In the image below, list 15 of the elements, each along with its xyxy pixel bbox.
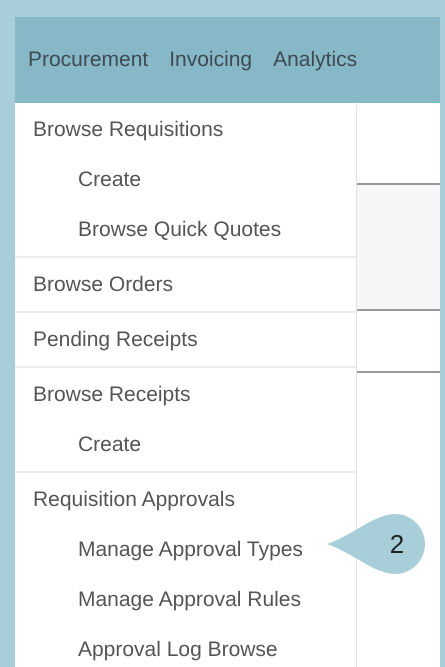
menu-item[interactable]: Browse Requisitions xyxy=(33,114,224,146)
menu-item[interactable]: Browse Receipts xyxy=(33,378,191,410)
submenu-item[interactable]: Browse Quick Quotes xyxy=(78,214,282,246)
menu-item[interactable]: Pending Receipts xyxy=(33,324,198,356)
submenu-item[interactable]: Manage Approval Types xyxy=(78,534,303,566)
nav-tab[interactable]: Procurement xyxy=(28,44,148,76)
menu-item[interactable]: Browse Orders xyxy=(33,268,174,300)
nav-tab[interactable]: Analytics xyxy=(273,44,358,76)
submenu-item[interactable]: Create xyxy=(78,164,142,196)
submenu-item[interactable]: Create xyxy=(78,429,142,461)
menu-item[interactable]: Requisition Approvals xyxy=(33,484,235,516)
nav-tab[interactable]: Invoicing xyxy=(169,44,252,76)
callout-marker: 2 xyxy=(327,513,427,575)
submenu-item[interactable]: Manage Approval Rules xyxy=(78,584,301,616)
submenu-item[interactable]: Approval Log Browse xyxy=(78,634,278,666)
